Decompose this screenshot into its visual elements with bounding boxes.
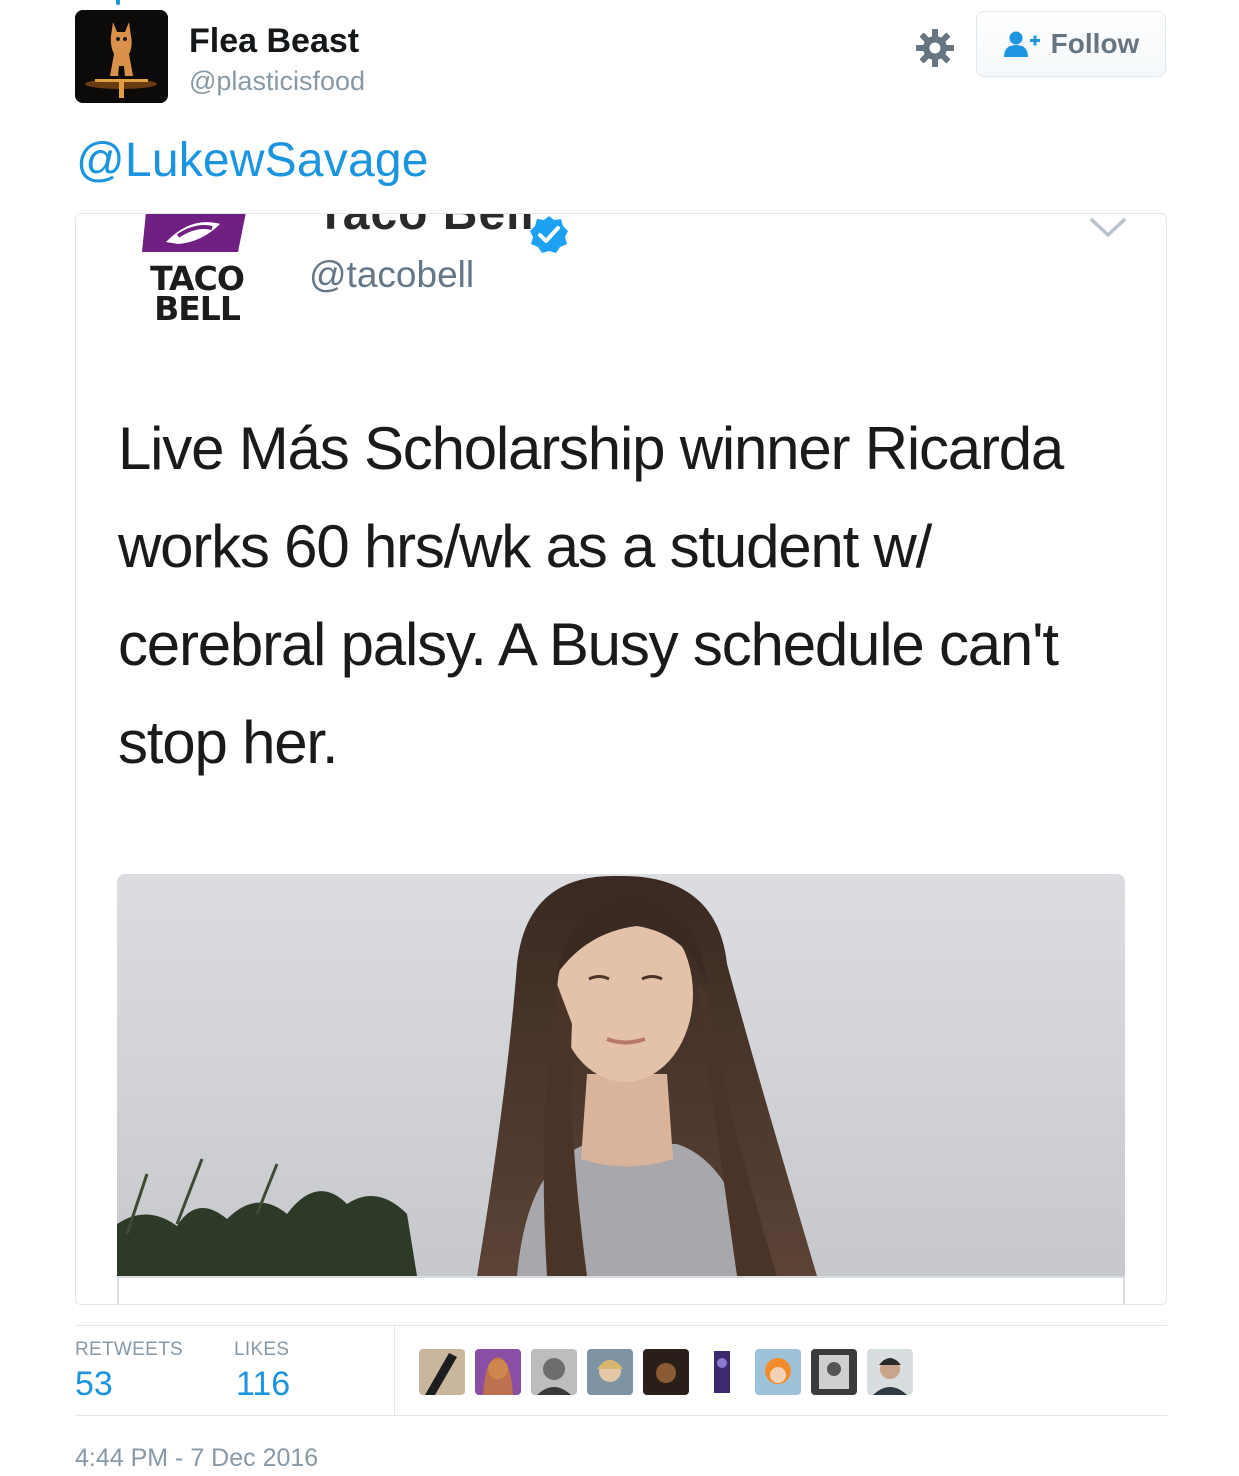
embedded-tweet-text: Live Más Scholarship winner Ricarda work… bbox=[118, 415, 1064, 776]
liker-avatar[interactable] bbox=[475, 1349, 521, 1395]
photo-frame-bottom bbox=[117, 1276, 1125, 1278]
author-avatar[interactable] bbox=[75, 10, 168, 103]
top-indicator bbox=[116, 0, 120, 5]
likes-count[interactable]: 116 bbox=[236, 1365, 290, 1404]
liker-avatar[interactable] bbox=[419, 1349, 465, 1395]
stats-divider-bottom bbox=[75, 1415, 1167, 1416]
verified-badge-icon bbox=[528, 214, 570, 256]
embedded-author-handle: @tacobell bbox=[309, 254, 475, 295]
tweet-timestamp[interactable]: 4:44 PM - 7 Dec 2016 bbox=[75, 1444, 318, 1473]
follow-user-icon bbox=[1003, 30, 1041, 58]
follow-button[interactable]: Follow bbox=[976, 11, 1166, 77]
likes-label[interactable]: LIKES bbox=[234, 1339, 289, 1361]
reply-mention-link[interactable]: @LukewSavage bbox=[76, 133, 429, 188]
embedded-tweet-photo bbox=[117, 874, 1125, 1276]
author-screen-name[interactable]: @plasticisfood bbox=[189, 66, 365, 97]
embedded-tweet-screenshot: TACO BELL Taco Bell @tacobell Live Más S… bbox=[75, 213, 1167, 1305]
liker-avatar[interactable] bbox=[867, 1349, 913, 1395]
liker-avatar[interactable] bbox=[755, 1349, 801, 1395]
liker-avatar[interactable] bbox=[587, 1349, 633, 1395]
retweets-label[interactable]: RETWEETS bbox=[75, 1339, 183, 1361]
author-display-name[interactable]: Flea Beast bbox=[189, 22, 359, 61]
chevron-down-icon bbox=[1088, 216, 1128, 240]
photo-frame-right bbox=[1123, 1276, 1125, 1304]
photo-frame-left bbox=[117, 1276, 119, 1304]
embedded-author-name: Taco Bell bbox=[316, 213, 535, 240]
liker-avatar[interactable] bbox=[531, 1349, 577, 1395]
liker-avatar[interactable] bbox=[643, 1349, 689, 1395]
stats-divider-top bbox=[75, 1325, 1167, 1326]
taco-bell-logo-text: TACO BELL bbox=[150, 259, 245, 328]
stats-divider-vertical bbox=[394, 1326, 395, 1415]
liker-avatar[interactable] bbox=[699, 1349, 745, 1395]
follow-button-label: Follow bbox=[1050, 28, 1140, 59]
liker-avatar[interactable] bbox=[811, 1349, 857, 1395]
gear-icon[interactable] bbox=[913, 26, 957, 70]
retweets-count[interactable]: 53 bbox=[75, 1365, 113, 1404]
